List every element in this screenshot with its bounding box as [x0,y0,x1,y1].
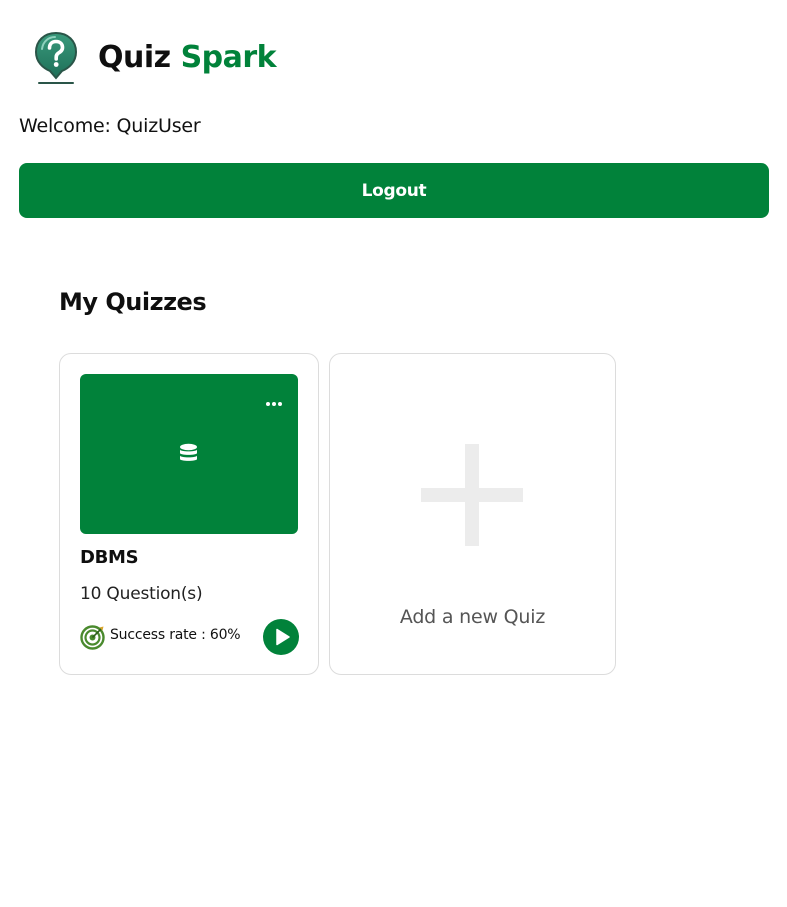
more-options-icon[interactable] [264,394,284,414]
plus-icon [421,444,523,546]
quiz-card[interactable]: DBMS 10 Question(s) Success rate : 60% [59,353,319,675]
brand-title: Quiz Spark [98,40,277,75]
quiz-title: DBMS [80,547,139,568]
brand-name-spark: Spark [180,40,277,75]
add-quiz-label: Add a new Quiz [399,606,546,628]
brand-name-quiz: Quiz [98,40,171,75]
target-icon [80,625,105,650]
quiz-thumbnail [80,374,298,534]
play-icon[interactable] [263,619,299,655]
question-count: 10 Question(s) [80,584,203,604]
question-bubble-icon [34,31,78,84]
welcome-text: Welcome: QuizUser [19,115,201,137]
database-icon [180,443,197,461]
add-quiz-card[interactable]: Add a new Quiz [329,353,616,675]
section-title: My Quizzes [59,288,207,316]
logo: Quiz Spark [33,30,277,86]
success-rate: Success rate : 60% [110,627,241,643]
logout-button[interactable]: Logout [19,163,769,218]
